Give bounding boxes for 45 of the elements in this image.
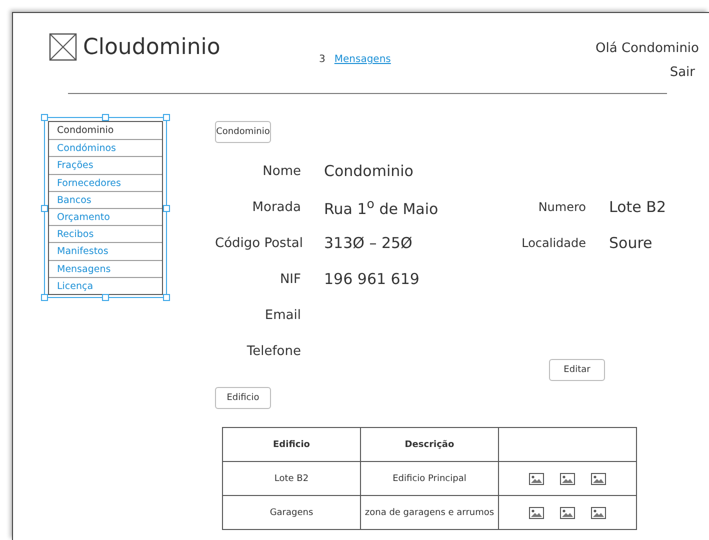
- building-button[interactable]: Edificio: [215, 387, 271, 409]
- field-value: Condominio: [324, 162, 414, 180]
- image-icon[interactable]: [529, 506, 544, 518]
- logout-link[interactable]: Sair: [670, 65, 695, 80]
- sidebar-item[interactable]: Fornecedores: [49, 174, 162, 191]
- field-label: Email: [264, 308, 301, 322]
- image-icon[interactable]: [591, 472, 606, 484]
- table-cell: Edificio Principal: [360, 462, 498, 496]
- field-label: NIF: [278, 272, 301, 286]
- greeting-text: Olá Condominio: [596, 41, 699, 56]
- sidebar-item[interactable]: Bancos: [49, 190, 162, 208]
- messages-link[interactable]: Mensagens: [334, 54, 391, 65]
- sidebar-item[interactable]: Manifestos: [49, 242, 162, 260]
- sidebar-item[interactable]: Mensagens: [49, 260, 162, 277]
- column-header: Edificio: [222, 428, 360, 462]
- app-title: Cloudominio: [83, 34, 220, 60]
- image-placeholder-icon: [49, 33, 77, 61]
- field-label: Morada: [251, 200, 301, 214]
- column-header: Descrição: [360, 428, 498, 462]
- table-cell: Garagens: [222, 496, 360, 530]
- field-value: Rua 1$^{o}$ de Maio: [324, 200, 438, 218]
- field-value: Soure: [609, 234, 652, 252]
- field-label: Telefone: [246, 344, 301, 358]
- sidebar-item[interactable]: Condominio: [49, 122, 162, 140]
- edit-button[interactable]: Editar: [549, 359, 605, 381]
- field-value: 196 961 619: [324, 270, 420, 288]
- field-label: Nome: [262, 164, 301, 178]
- image-icon[interactable]: [560, 472, 575, 484]
- field-label: Numero: [538, 200, 586, 214]
- field-value: 313Ø – 25Ø: [324, 234, 412, 252]
- image-icon[interactable]: [591, 506, 606, 518]
- sidebar-item[interactable]: Recibos: [49, 225, 162, 242]
- message-count: 3: [319, 54, 326, 65]
- sidebar-item[interactable]: Licença: [49, 276, 162, 294]
- condominio-button[interactable]: Condominio: [215, 121, 271, 143]
- sidebar-item[interactable]: Condóminos: [49, 139, 162, 156]
- field-label: Localidade: [522, 236, 586, 250]
- table-cell: zona de garagens e arrumos: [360, 496, 498, 530]
- field-label: Código Postal: [215, 236, 301, 250]
- image-icon[interactable]: [529, 472, 544, 484]
- image-icon[interactable]: [560, 506, 575, 518]
- field-value: Lote B2: [609, 198, 666, 216]
- table-cell: Lote B2: [222, 462, 360, 496]
- sidebar-item[interactable]: Frações: [49, 156, 162, 174]
- sidebar-item[interactable]: Orçamento: [49, 208, 162, 226]
